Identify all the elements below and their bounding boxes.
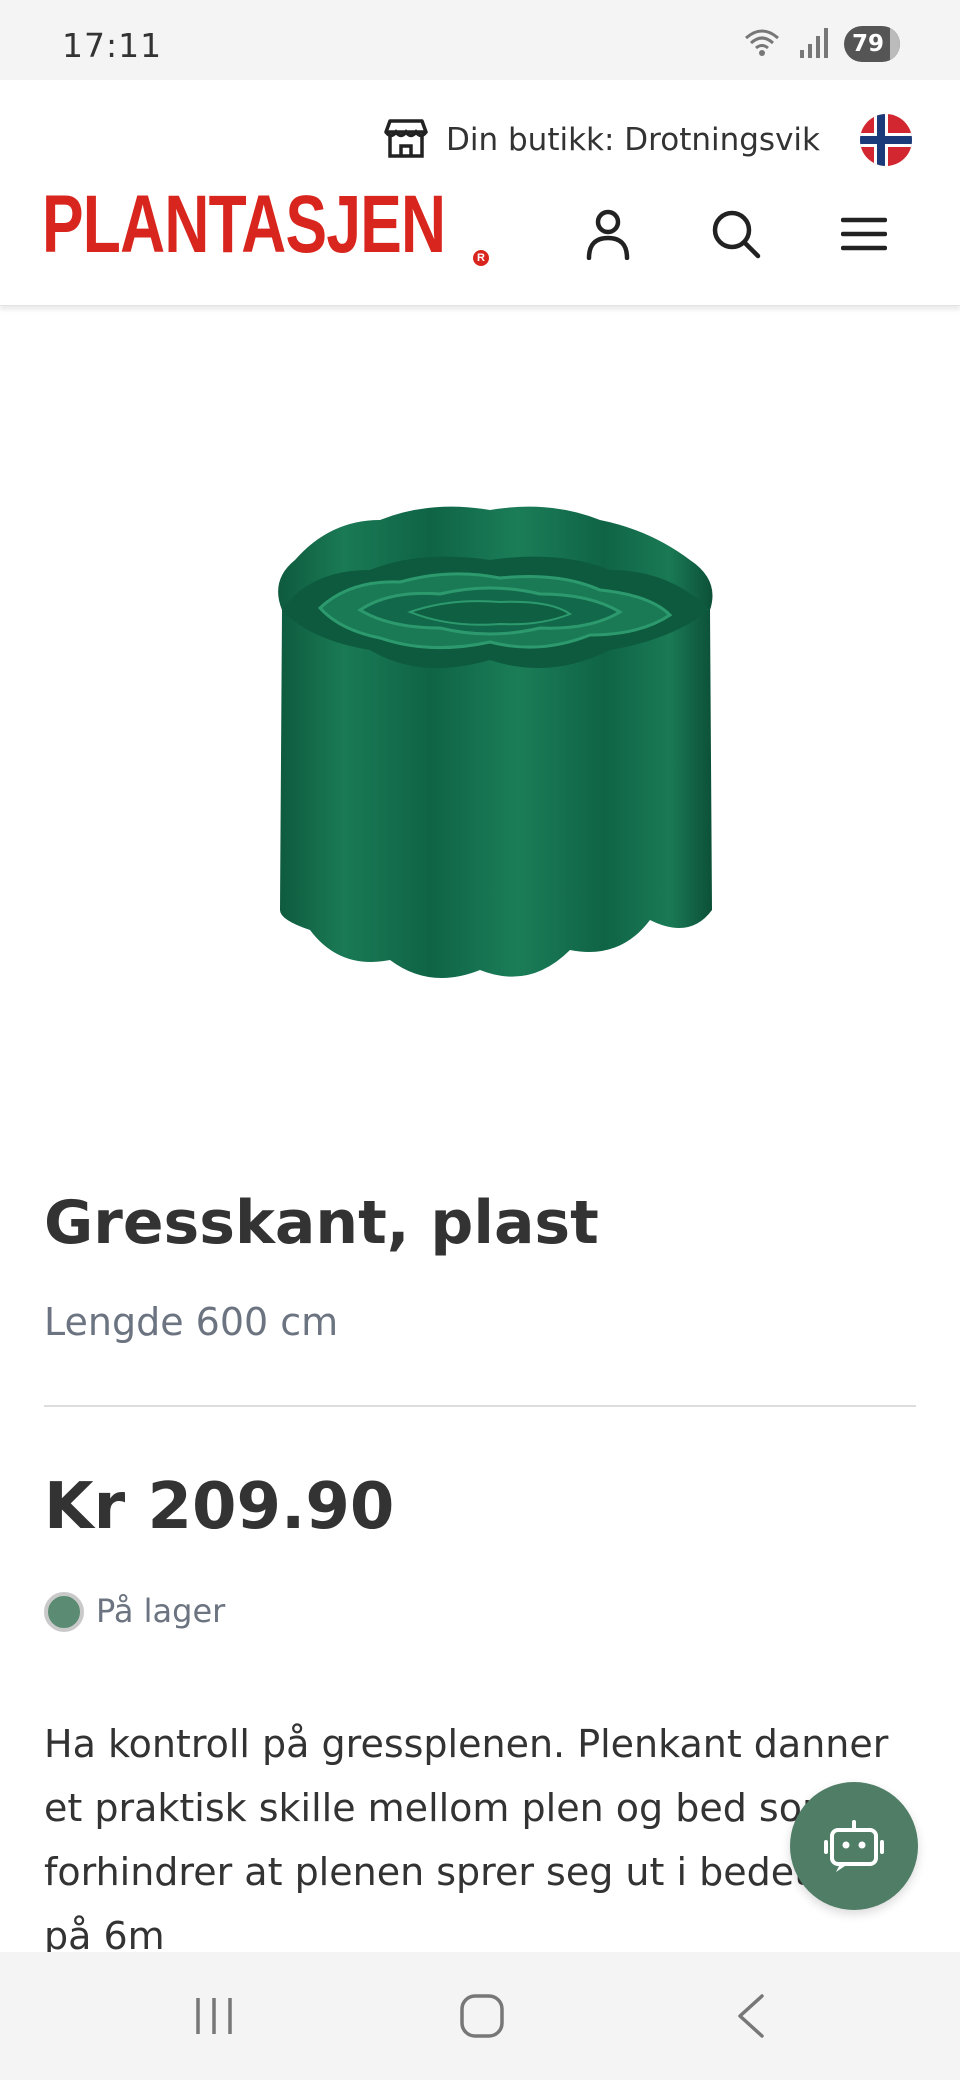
chat-bot-button[interactable] — [790, 1782, 918, 1910]
site-header: Din butikk: Drotningsvik PLANTASJEN R — [0, 80, 960, 306]
user-icon[interactable] — [578, 204, 638, 264]
status-icons: 79 — [742, 26, 900, 62]
system-nav-bar — [0, 1952, 960, 2080]
home-icon[interactable] — [452, 1986, 512, 2046]
norway-flag-icon[interactable] — [860, 114, 912, 166]
stock-status-icon — [44, 1592, 84, 1632]
registered-mark: R — [473, 250, 489, 266]
plantasjen-logo[interactable]: PLANTASJEN — [42, 184, 446, 266]
status-bar: 17:11 79 — [0, 0, 960, 80]
product-subtitle: Lengde 600 cm — [44, 1300, 339, 1344]
menu-icon[interactable] — [834, 204, 894, 264]
product-title: Gresskant, plast — [44, 1188, 599, 1258]
divider — [44, 1405, 916, 1407]
store-icon — [384, 117, 428, 163]
wifi-icon — [742, 26, 782, 62]
product-image[interactable] — [250, 490, 730, 1020]
signal-icon — [798, 26, 828, 62]
recent-apps-icon[interactable] — [184, 1986, 244, 2046]
battery-indicator: 79 — [844, 26, 900, 62]
battery-level: 79 — [851, 31, 884, 57]
search-icon[interactable] — [706, 204, 766, 264]
back-icon[interactable] — [722, 1986, 782, 2046]
status-time: 17:11 — [62, 26, 163, 65]
stock-status-label: På lager — [96, 1592, 226, 1630]
product-price: Kr 209.90 — [44, 1470, 395, 1544]
store-label[interactable]: Din butikk: Drotningsvik — [446, 122, 820, 158]
chat-bot-icon — [824, 1820, 884, 1872]
store-selector[interactable]: Din butikk: Drotningsvik — [384, 114, 912, 166]
